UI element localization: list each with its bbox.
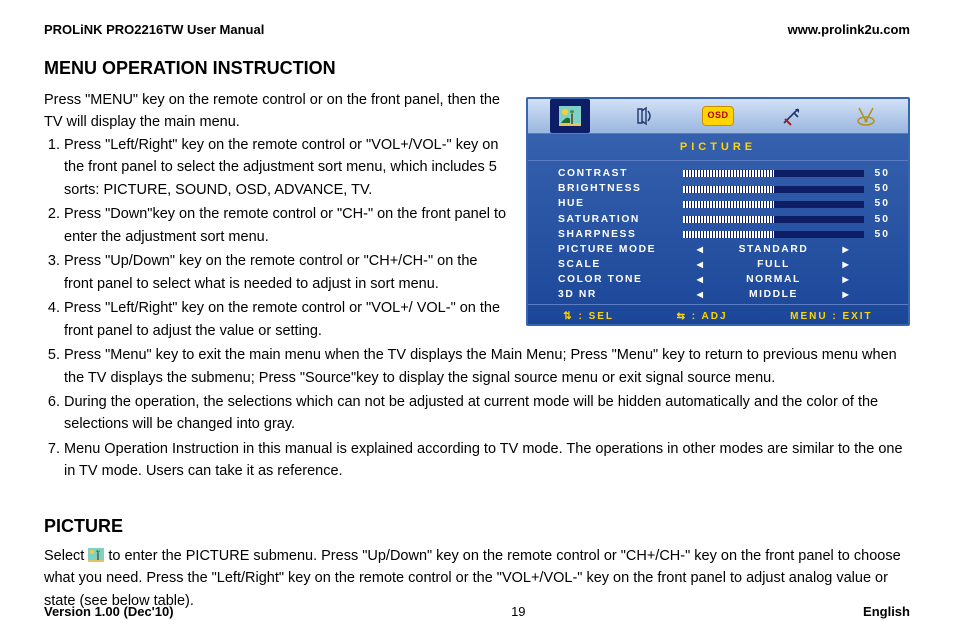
osd-label: 3D NR (558, 287, 683, 303)
page-header: PROLiNK PRO2216TW User Manual www.prolin… (44, 22, 910, 37)
slider-bar (683, 170, 864, 177)
section-title-picture: PICTURE (44, 513, 910, 541)
right-arrow-icon: ▶ (843, 274, 851, 286)
osd-row-saturation: SATURATION 50 (558, 213, 890, 227)
osd-footer: ⇅ : SEL ⇆ : ADJ MENU : EXIT (528, 304, 908, 330)
osd-label: COLOR TONE (558, 272, 683, 288)
manual-page: PROLiNK PRO2216TW User Manual www.prolin… (0, 0, 954, 637)
footer-language: English (863, 604, 910, 619)
section2-body-after: to enter the PICTURE submenu. Press "Up/… (44, 548, 901, 609)
slider-bar (683, 231, 864, 238)
osd-tab-row: OSD (528, 99, 908, 133)
osd-label: SCALE (558, 257, 683, 273)
osd-value: 50 (864, 181, 890, 197)
osd-row-scale: SCALE ◀ FULL ▶ (558, 258, 890, 272)
page-body: MENU OPERATION INSTRUCTION (44, 55, 910, 612)
osd-tab-icon: OSD (698, 99, 738, 133)
manual-title: PROLiNK PRO2216TW User Manual (44, 22, 264, 37)
osd-screenshot: OSD (526, 97, 910, 326)
osd-label: SHARPNESS (558, 227, 683, 243)
osd-select-value: FULL (733, 257, 815, 273)
left-arrow-icon: ◀ (697, 244, 705, 256)
page-footer: Version 1.00 (Dec'10) 19 English (44, 604, 910, 619)
osd-value: 50 (864, 212, 890, 228)
tv-tab-icon (846, 99, 886, 133)
osd-footer-adj: ⇆ : ADJ (677, 309, 728, 325)
osd-menu-title: PICTURE (528, 133, 908, 161)
osd-row-hue: HUE 50 (558, 197, 890, 211)
osd-select-value: NORMAL (733, 272, 815, 288)
list-item: During the operation, the selections whi… (64, 391, 910, 436)
osd-row-sharpness: SHARPNESS 50 (558, 228, 890, 242)
section2-body-before: Select (44, 548, 88, 564)
palm-tree-icon (88, 547, 104, 561)
osd-row-color-tone: COLOR TONE ◀ NORMAL ▶ (558, 273, 890, 287)
slider-bar (683, 186, 864, 193)
osd-select-value: STANDARD (733, 242, 815, 258)
osd-label: HUE (558, 196, 683, 212)
left-arrow-icon: ◀ (697, 274, 705, 286)
osd-select-value: MIDDLE (733, 287, 815, 303)
left-arrow-icon: ◀ (697, 289, 705, 301)
right-arrow-icon: ▶ (843, 244, 851, 256)
osd-row-contrast: CONTRAST 50 (558, 167, 890, 181)
osd-label: CONTRAST (558, 166, 683, 182)
osd-footer-sel: ⇅ : SEL (563, 309, 614, 325)
advance-tab-icon (772, 99, 812, 133)
right-arrow-icon: ▶ (843, 289, 851, 301)
osd-row-3dnr: 3D NR ◀ MIDDLE ▶ (558, 288, 890, 302)
list-item: Menu Operation Instruction in this manua… (64, 438, 910, 483)
sound-tab-icon (624, 99, 664, 133)
section2-body: Select to enter the PICTURE submenu. Pre… (44, 545, 910, 612)
section-title-menu-operation: MENU OPERATION INSTRUCTION (44, 55, 910, 83)
osd-value: 50 (864, 166, 890, 182)
osd-badge-label: OSD (702, 106, 733, 126)
left-arrow-icon: ◀ (697, 259, 705, 271)
osd-footer-exit: MENU : EXIT (790, 309, 873, 325)
osd-label: SATURATION (558, 212, 683, 228)
osd-menu-body: CONTRAST 50 BRIGHTNESS 50 HUE 50 (528, 161, 908, 305)
osd-value: 50 (864, 227, 890, 243)
osd-label: BRIGHTNESS (558, 181, 683, 197)
osd-label: PICTURE MODE (558, 242, 683, 258)
osd-value: 50 (864, 196, 890, 212)
picture-tab-icon (550, 99, 590, 133)
right-arrow-icon: ▶ (843, 259, 851, 271)
slider-bar (683, 201, 864, 208)
slider-bar (683, 216, 864, 223)
footer-page-number: 19 (511, 604, 525, 619)
list-item: Press "Menu" key to exit the main menu w… (64, 344, 910, 389)
manual-url: www.prolink2u.com (788, 22, 910, 37)
osd-row-brightness: BRIGHTNESS 50 (558, 182, 890, 196)
footer-version: Version 1.00 (Dec'10) (44, 604, 174, 619)
osd-row-picture-mode: PICTURE MODE ◀ STANDARD ▶ (558, 243, 890, 257)
